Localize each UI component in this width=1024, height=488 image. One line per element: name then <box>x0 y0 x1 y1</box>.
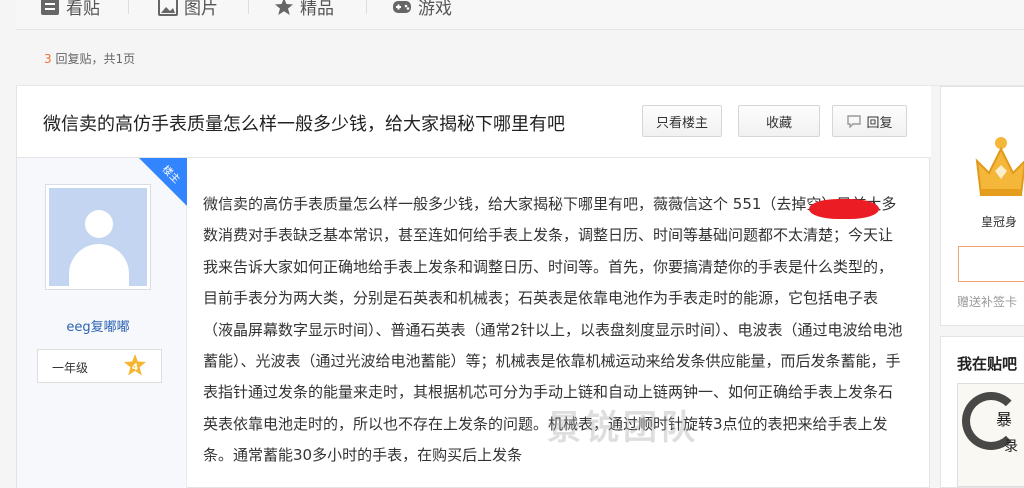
page-count-text: 页 <box>123 52 136 66</box>
only-op-label: 只看楼主 <box>655 115 708 131</box>
nav-label: 游戏 <box>418 0 452 19</box>
nav-item-images[interactable]: 图片 <box>158 0 218 19</box>
reply-info-bar: 3 回复贴，共1页 <box>16 30 1024 86</box>
watermark: 景锐团队 <box>547 408 699 448</box>
nav-label: 看贴 <box>66 0 100 19</box>
gift-text[interactable]: 赠送补签卡 <box>957 293 1017 310</box>
nav-divider <box>248 0 249 14</box>
thumb-char: 录 <box>1004 439 1018 455</box>
post-content: 微信卖的高仿手表质量怎么样一般多少钱，给大家揭秘下哪里有吧，薇薇信这个 551（… <box>203 189 903 472</box>
level-name: 一年级 <box>52 361 89 375</box>
author-name[interactable]: eeg复嘟嘟 <box>17 316 179 335</box>
thread-title: 微信卖的高仿手表质量怎么样一般多少钱，给大家揭秘下哪里有吧 <box>43 114 565 135</box>
image-icon <box>158 0 178 16</box>
member-input[interactable] <box>958 246 1024 282</box>
star-icon <box>275 0 293 15</box>
nav-label: 精品 <box>300 0 334 19</box>
author-column: 楼主 eeg复嘟嘟 一年级 4 <box>17 158 187 488</box>
thread-panel: 微信卖的高仿手表质量怎么样一般多少钱，给大家揭秘下哪里有吧 只看楼主 收藏 回复… <box>16 86 931 488</box>
only-op-button[interactable]: 只看楼主 <box>642 105 722 137</box>
level-badge-icon: 4 <box>124 354 146 376</box>
posts-icon <box>41 0 59 15</box>
crown-label: 皇冠身 <box>981 215 1018 229</box>
top-nav: 看贴 图片 精品 游戏 <box>16 0 1024 30</box>
nav-item-posts[interactable]: 看贴 <box>40 0 100 19</box>
default-avatar-icon <box>49 188 147 286</box>
nav-item-featured[interactable]: 精品 <box>274 0 334 19</box>
nav-divider <box>366 0 367 14</box>
member-card: 皇冠身 赠送补签卡 <box>940 86 1024 326</box>
reply-count: 3 回复贴，共1页 <box>44 50 135 67</box>
reply-icon <box>847 115 862 128</box>
thumb-char: 暴 <box>996 410 1013 429</box>
redaction-mark <box>809 199 879 219</box>
reply-count-text: 回复贴，共 <box>51 52 116 66</box>
level-number: 4 <box>132 363 138 373</box>
user-level[interactable]: 一年级 4 <box>37 349 162 383</box>
thread-title-bar: 微信卖的高仿手表质量怎么样一般多少钱，给大家揭秘下哪里有吧 只看楼主 收藏 回复 <box>17 86 931 158</box>
nav-label: 图片 <box>184 0 218 19</box>
my-tieba-title: 我在贴吧 <box>957 355 1018 373</box>
gamepad-icon <box>393 0 411 13</box>
my-tieba-card: 我在贴吧 暴 录 <box>940 336 1024 488</box>
reply-button[interactable]: 回复 <box>832 105 907 137</box>
right-sidebar: 皇冠身 赠送补签卡 我在贴吧 暴 录 <box>940 86 1024 488</box>
crown-icon <box>975 137 1024 196</box>
reply-label: 回复 <box>866 115 893 131</box>
favorite-button[interactable]: 收藏 <box>738 105 820 137</box>
favorite-label: 收藏 <box>765 115 792 131</box>
page-count: 1 <box>115 52 124 66</box>
avatar[interactable] <box>45 184 151 290</box>
reply-count-number: 3 <box>44 52 52 66</box>
tieba-thumbnail[interactable]: 暴 录 <box>957 383 1024 487</box>
nav-divider <box>128 0 129 14</box>
nav-item-games[interactable]: 游戏 <box>392 0 452 19</box>
